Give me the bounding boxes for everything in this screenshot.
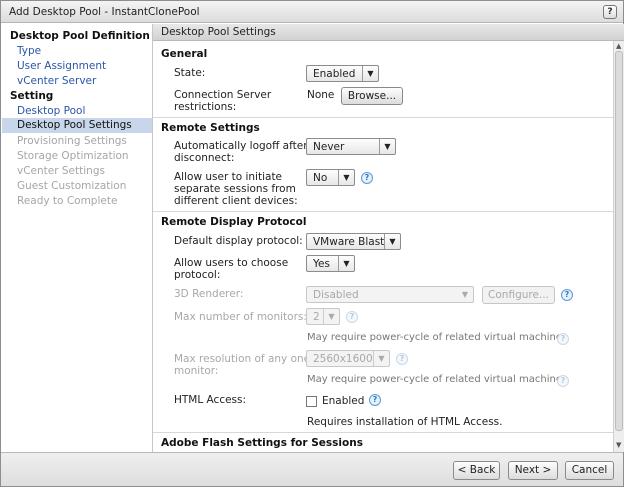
state-value: Enabled [313, 68, 356, 80]
divider [153, 117, 613, 118]
help-icon[interactable]: ? [369, 394, 381, 406]
panel-header: Desktop Pool Settings [153, 24, 624, 41]
choose-protocol-label-line1: Allow users to choose [174, 257, 289, 269]
html-access-label: HTML Access: [174, 394, 247, 406]
divider [153, 211, 613, 212]
title-bar: Add Desktop Pool - InstantClonePool ? [1, 1, 623, 23]
dialog-footer: < Back Next > Cancel [1, 452, 623, 486]
monitors-label: Max number of monitors: [174, 311, 307, 323]
settings-panel: Desktop Pool Settings General State: Ena… [153, 24, 624, 452]
html-access-checkbox[interactable] [306, 396, 317, 407]
chevron-down-icon: ▼ [323, 309, 339, 324]
sessions-value: No [313, 172, 328, 184]
nav-item-ready: Ready to Complete [17, 195, 118, 207]
next-button[interactable]: Next > [508, 461, 558, 480]
nav-item-storage-optimization: Storage Optimization [17, 150, 129, 162]
sessions-label-line1: Allow user to initiate [174, 171, 283, 183]
nav-item-type[interactable]: Type [17, 45, 41, 57]
section-general-title: General [161, 48, 208, 60]
scroll-down-icon[interactable]: ▼ [616, 441, 621, 449]
scrollbar-thumb[interactable] [615, 51, 623, 431]
html-access-checkbox-label[interactable]: Enabled [322, 395, 364, 407]
section-display-title: Remote Display Protocol [161, 216, 307, 228]
chevron-down-icon: ▼ [338, 170, 354, 185]
nav-section-definition: Desktop Pool Definition [10, 30, 150, 42]
section-flash-title: Adobe Flash Settings for Sessions [161, 437, 363, 449]
chevron-down-icon: ▼ [384, 234, 400, 249]
add-desktop-pool-dialog: Add Desktop Pool - InstantClonePool ? De… [0, 0, 624, 487]
vertical-scrollbar[interactable]: ▲ ▼ [613, 41, 624, 452]
nav-item-user-assignment[interactable]: User Assignment [17, 60, 106, 72]
default-protocol-label: Default display protocol: [174, 235, 303, 247]
resolution-label-line1: Max resolution of any one [174, 353, 311, 365]
default-protocol-dropdown[interactable]: VMware Blast ▼ [306, 233, 401, 250]
state-label: State: [174, 67, 206, 79]
resolution-dropdown: 2560x1600 ▼ [306, 350, 390, 367]
divider [153, 432, 613, 433]
nav-item-guest-customization: Guest Customization [17, 180, 127, 192]
help-icon[interactable]: ? [561, 289, 573, 301]
scroll-up-icon[interactable]: ▲ [616, 42, 621, 50]
chevron-down-icon: ▼ [461, 290, 469, 299]
help-icon[interactable]: ? [603, 5, 617, 19]
back-button[interactable]: < Back [453, 461, 500, 480]
sessions-label-line2: separate sessions from [174, 183, 296, 195]
choose-protocol-dropdown[interactable]: Yes ▼ [306, 255, 355, 272]
renderer-dropdown: Disabled ▼ [306, 286, 474, 303]
restrictions-label-line1: Connection Server [174, 89, 272, 101]
html-access-note: Requires installation of HTML Access. [307, 416, 503, 428]
nav-item-vcenter-settings: vCenter Settings [17, 165, 105, 177]
logoff-dropdown[interactable]: Never ▼ [306, 138, 396, 155]
help-icon: ? [557, 333, 569, 345]
default-protocol-value: VMware Blast [313, 236, 385, 248]
restrictions-label-line2: restrictions: [174, 101, 237, 113]
chevron-down-icon: ▼ [373, 351, 389, 366]
monitors-value: 2 [313, 311, 320, 323]
restrictions-value: None [307, 89, 335, 101]
logoff-label-line1: Automatically logoff after [174, 140, 308, 152]
help-icon: ? [396, 353, 408, 365]
nav-section-setting: Setting [10, 90, 54, 102]
nav-item-provisioning: Provisioning Settings [17, 135, 127, 147]
help-icon: ? [557, 375, 569, 387]
logoff-value: Never [313, 141, 345, 153]
browse-button[interactable]: Browse... [341, 87, 403, 105]
help-icon: ? [346, 311, 358, 323]
sessions-label-line3: different client devices: [174, 195, 298, 207]
choose-protocol-value: Yes [313, 258, 330, 270]
wizard-nav: Desktop Pool Definition Type User Assign… [1, 24, 153, 452]
renderer-value: Disabled [313, 289, 359, 301]
monitors-dropdown: 2 ▼ [306, 308, 340, 325]
logoff-label-line2: disconnect: [174, 152, 235, 164]
chevron-down-icon: ▼ [379, 139, 395, 154]
window-title: Add Desktop Pool - InstantClonePool [9, 6, 200, 18]
choose-protocol-label-line2: protocol: [174, 269, 221, 281]
sessions-dropdown[interactable]: No ▼ [306, 169, 355, 186]
renderer-label: 3D Renderer: [174, 288, 244, 300]
nav-item-vcenter-server[interactable]: vCenter Server [17, 75, 96, 87]
resolution-label-line2: monitor: [174, 365, 219, 377]
cancel-button[interactable]: Cancel [565, 461, 614, 480]
section-remote-title: Remote Settings [161, 122, 260, 134]
monitors-note: May require power-cycle of related virtu… [307, 332, 568, 343]
configure-button: Configure... [482, 286, 555, 304]
chevron-down-icon: ▼ [338, 256, 354, 271]
chevron-down-icon: ▼ [362, 66, 378, 81]
panel-title: Desktop Pool Settings [161, 26, 276, 38]
nav-item-pool-settings[interactable]: Desktop Pool Settings [2, 118, 152, 133]
resolution-value: 2560x1600 [313, 353, 373, 365]
state-dropdown[interactable]: Enabled ▼ [306, 65, 379, 82]
resolution-note: May require power-cycle of related virtu… [307, 374, 568, 385]
nav-item-label: Desktop Pool Settings [17, 119, 132, 131]
help-icon[interactable]: ? [361, 172, 373, 184]
